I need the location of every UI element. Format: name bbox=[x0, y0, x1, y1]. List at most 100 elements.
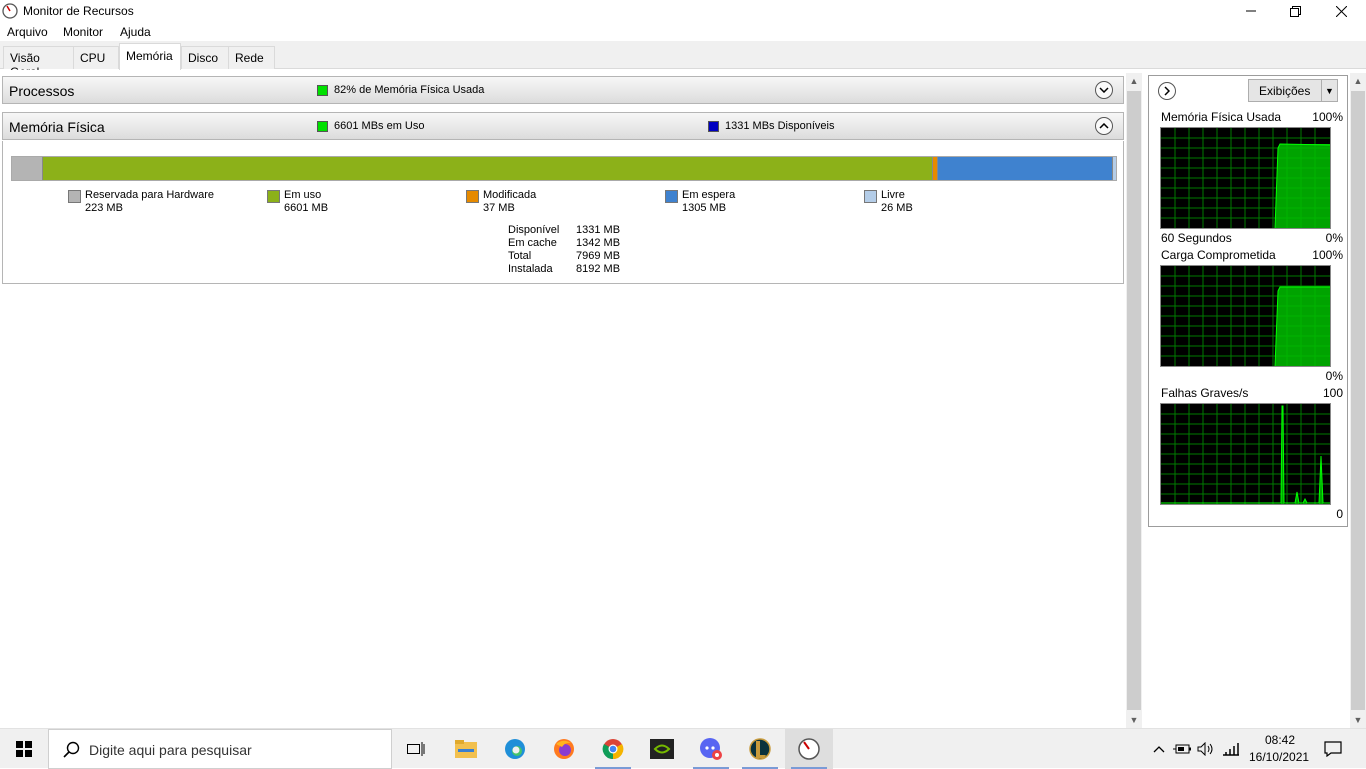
stat-label: Instalada bbox=[508, 263, 553, 275]
tab-visao-geral[interactable]: Visão Geral bbox=[3, 46, 74, 79]
clock-time[interactable]: 08:42 bbox=[1265, 733, 1295, 747]
maximize-button[interactable] bbox=[1272, 0, 1318, 22]
file-explorer-icon bbox=[455, 740, 477, 758]
close-button[interactable] bbox=[1318, 0, 1364, 22]
collapse-physical-memory-button[interactable] bbox=[1095, 117, 1113, 135]
menu-bar: Arquivo Monitor Ajuda bbox=[0, 23, 1366, 41]
scroll-up-arrow-icon[interactable]: ▲ bbox=[1350, 73, 1366, 89]
expand-processes-button[interactable] bbox=[1095, 81, 1113, 99]
close-icon bbox=[1335, 5, 1347, 17]
taskbar-chrome[interactable] bbox=[589, 729, 637, 769]
scroll-down-arrow-icon[interactable]: ▼ bbox=[1350, 712, 1366, 728]
available-indicator-swatch bbox=[708, 121, 719, 132]
memory-usage-bar bbox=[11, 156, 1117, 181]
start-button[interactable] bbox=[0, 729, 48, 769]
memory-available-info: 1331 MBs Disponíveis bbox=[725, 120, 835, 132]
legend-label: Modificada bbox=[483, 189, 537, 201]
graph-time-span: 60 Segundos bbox=[1161, 231, 1232, 245]
scroll-down-arrow-icon[interactable]: ▼ bbox=[1126, 712, 1142, 728]
tray-network[interactable] bbox=[1222, 740, 1240, 758]
stat-label: Em cache bbox=[508, 237, 557, 249]
main-scrollbar[interactable]: ▲ ▼ bbox=[1126, 73, 1142, 728]
title-bar: Monitor de Recursos bbox=[0, 0, 1366, 22]
physical-memory-title: Memória Física bbox=[9, 119, 105, 135]
resource-monitor-icon bbox=[798, 738, 820, 760]
graph-max: 100 bbox=[1322, 386, 1343, 400]
legend-value: 223 MB bbox=[85, 202, 123, 214]
tray-battery[interactable] bbox=[1173, 740, 1191, 758]
tab-cpu[interactable]: CPU bbox=[73, 46, 119, 69]
tab-memoria[interactable]: Memória bbox=[119, 43, 181, 70]
tab-disco[interactable]: Disco bbox=[181, 46, 229, 69]
windows-logo-icon bbox=[16, 741, 32, 757]
scroll-up-arrow-icon[interactable]: ▲ bbox=[1126, 73, 1142, 89]
tab-rede[interactable]: Rede bbox=[228, 46, 275, 69]
memory-bar-segment-hardware-reserved bbox=[12, 157, 43, 180]
volume-icon bbox=[1197, 742, 1213, 756]
graph-max: 100% bbox=[1312, 110, 1343, 124]
scroll-thumb[interactable] bbox=[1351, 91, 1365, 710]
taskbar: Digite aqui para pesquisar 08:42 16/10/2… bbox=[0, 728, 1366, 769]
firefox-icon bbox=[554, 739, 574, 759]
dropdown-arrow-icon[interactable]: ▼ bbox=[1321, 80, 1337, 101]
scroll-thumb[interactable] bbox=[1127, 91, 1141, 710]
graph-title: Falhas Graves/s bbox=[1161, 386, 1249, 400]
chevron-up-icon bbox=[1153, 746, 1165, 753]
tray-volume[interactable] bbox=[1197, 740, 1215, 758]
taskbar-firefox[interactable] bbox=[540, 729, 588, 769]
stat-label: Disponível bbox=[508, 224, 560, 236]
graph-min: 0% bbox=[1325, 369, 1343, 383]
legend-value: 26 MB bbox=[881, 202, 913, 214]
graph-title: Memória Física Usada bbox=[1161, 110, 1282, 124]
legend-value: 1305 MB bbox=[682, 202, 727, 214]
minimize-button[interactable] bbox=[1228, 0, 1274, 22]
views-label: Exibições bbox=[1259, 84, 1311, 98]
menu-monitor[interactable]: Monitor bbox=[63, 25, 103, 39]
taskbar-discord[interactable] bbox=[687, 729, 735, 769]
taskbar-file-explorer[interactable] bbox=[442, 729, 490, 769]
taskbar-league-of-legends[interactable] bbox=[736, 729, 784, 769]
graph-max: 100% bbox=[1312, 248, 1343, 262]
taskbar-edge[interactable] bbox=[491, 729, 539, 769]
graph-canvas bbox=[1161, 266, 1330, 367]
edge-icon bbox=[505, 739, 525, 759]
graphs-scrollbar[interactable]: ▲ ▼ bbox=[1350, 73, 1366, 728]
menu-ajuda[interactable]: Ajuda bbox=[120, 25, 151, 39]
show-hidden-icons-button[interactable] bbox=[1150, 740, 1168, 758]
memory-used-info: 6601 MBs em Uso bbox=[334, 120, 425, 132]
legend-value: 37 MB bbox=[483, 202, 515, 214]
memory-bar-segment-standby bbox=[936, 157, 1113, 180]
taskbar-nvidia[interactable] bbox=[638, 729, 686, 769]
physical-memory-section-header[interactable]: Memória Física 6601 MBs em Uso 1331 MBs … bbox=[2, 112, 1124, 140]
legend-label: Livre bbox=[881, 189, 905, 201]
collapse-graphs-button[interactable] bbox=[1158, 82, 1176, 100]
nvidia-icon bbox=[650, 739, 674, 759]
stat-value: 7969 MB bbox=[576, 250, 621, 262]
graph-canvas bbox=[1161, 404, 1330, 504]
views-dropdown-button[interactable]: Exibições ▼ bbox=[1248, 79, 1338, 102]
chrome-icon bbox=[602, 739, 624, 760]
memory-bar-segment-in-use bbox=[42, 157, 932, 180]
processes-title: Processos bbox=[9, 83, 75, 99]
processes-info: 82% de Memória Física Usada bbox=[334, 84, 485, 96]
stat-value: 8192 MB bbox=[576, 263, 621, 275]
menu-arquivo[interactable]: Arquivo bbox=[7, 25, 48, 39]
task-view-icon bbox=[407, 742, 425, 756]
chevron-up-icon bbox=[1099, 123, 1109, 129]
search-icon bbox=[63, 741, 80, 758]
search-placeholder: Digite aqui para pesquisar bbox=[89, 742, 252, 758]
legend-swatch bbox=[665, 190, 678, 203]
taskbar-resource-monitor[interactable] bbox=[785, 729, 833, 769]
minimize-icon bbox=[1246, 10, 1256, 12]
graph-grid bbox=[1161, 404, 1330, 504]
task-view-button[interactable] bbox=[392, 729, 440, 769]
physical-memory-graph bbox=[1160, 127, 1331, 229]
discord-icon bbox=[700, 738, 722, 760]
notifications-button[interactable] bbox=[1320, 737, 1346, 761]
used-indicator-swatch bbox=[317, 121, 328, 132]
legend-label: Em espera bbox=[682, 189, 736, 201]
processes-section-header[interactable]: Processos 82% de Memória Física Usada bbox=[2, 76, 1124, 104]
taskbar-search-box[interactable]: Digite aqui para pesquisar bbox=[48, 729, 392, 769]
clock-date[interactable]: 16/10/2021 bbox=[1249, 750, 1309, 764]
physical-memory-panel: Reservada para Hardware 223 MB Em uso 66… bbox=[2, 141, 1124, 284]
